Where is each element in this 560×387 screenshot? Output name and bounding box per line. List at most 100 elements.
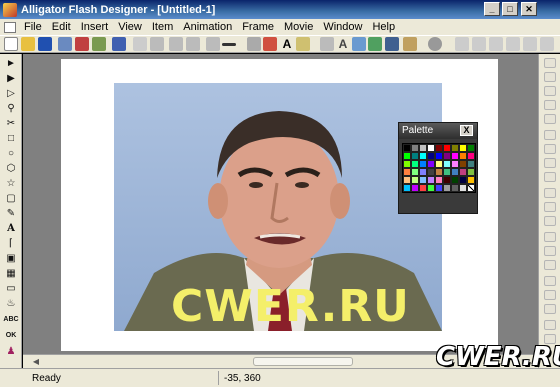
export-icon[interactable]	[112, 37, 126, 51]
effect-button[interactable]	[544, 114, 556, 124]
first-frame-icon[interactable]	[455, 37, 469, 51]
color-swatch[interactable]	[411, 160, 419, 168]
color-swatch[interactable]	[459, 152, 467, 160]
menu-view[interactable]: View	[113, 21, 147, 33]
menu-frame[interactable]: Frame	[237, 21, 279, 33]
order-icon[interactable]	[206, 37, 220, 51]
web-icon[interactable]	[368, 37, 382, 51]
pencil-icon[interactable]: ✎	[3, 207, 19, 220]
effect-button[interactable]	[544, 86, 556, 96]
image-icon[interactable]	[263, 37, 277, 51]
align-icon[interactable]	[169, 37, 183, 51]
zoom-tool-icon[interactable]: ⚲	[3, 102, 19, 115]
color-swatch[interactable]	[411, 184, 419, 192]
color-swatch[interactable]	[451, 144, 459, 152]
stop-icon[interactable]	[540, 37, 554, 51]
effect-button[interactable]	[544, 130, 556, 140]
color-swatch[interactable]	[435, 160, 443, 168]
group-icon[interactable]	[186, 37, 200, 51]
effect-button[interactable]	[544, 290, 556, 300]
color-swatch[interactable]	[403, 144, 411, 152]
color-swatch[interactable]	[403, 176, 411, 184]
effect-button[interactable]	[544, 216, 556, 226]
color-swatch[interactable]	[411, 168, 419, 176]
sprite-icon[interactable]: ♟	[3, 345, 19, 358]
color-swatch[interactable]	[403, 184, 411, 192]
new-icon[interactable]	[4, 37, 18, 51]
image-tool-icon[interactable]: ▦	[3, 267, 19, 280]
color-swatch[interactable]	[443, 184, 451, 192]
color-swatch[interactable]	[443, 152, 451, 160]
menu-insert[interactable]: Insert	[76, 21, 114, 33]
text-tool-icon[interactable]: A	[3, 222, 19, 235]
fill-bucket-icon[interactable]: ♨	[3, 297, 19, 310]
color-swatch[interactable]	[467, 144, 475, 152]
color-swatch[interactable]	[435, 168, 443, 176]
eraser-icon[interactable]: ▭	[3, 282, 19, 295]
color-swatch[interactable]	[451, 152, 459, 160]
color-swatch[interactable]	[467, 152, 475, 160]
effect-button[interactable]	[544, 232, 556, 242]
ellipse-icon[interactable]: ○	[3, 147, 19, 160]
palette-close-button[interactable]: X	[460, 125, 473, 136]
effect-button[interactable]	[544, 172, 556, 182]
color-swatch[interactable]	[419, 144, 427, 152]
abc-text-icon[interactable]: ABC	[3, 313, 19, 326]
color-swatch[interactable]	[467, 168, 475, 176]
menu-window[interactable]: Window	[318, 21, 367, 33]
point-arrow-icon[interactable]: ▷	[3, 87, 19, 100]
color-swatch[interactable]	[427, 176, 435, 184]
color-swatch[interactable]	[419, 152, 427, 160]
zoom-icon[interactable]	[428, 37, 442, 51]
last-frame-icon[interactable]	[523, 37, 537, 51]
color-swatch[interactable]	[403, 152, 411, 160]
effect-button[interactable]	[544, 246, 556, 256]
color-swatch[interactable]	[435, 176, 443, 184]
menu-animation[interactable]: Animation	[178, 21, 237, 33]
color-swatch[interactable]	[443, 144, 451, 152]
effect-button[interactable]	[544, 100, 556, 110]
color-swatch[interactable]	[435, 152, 443, 160]
duplicate-icon[interactable]	[133, 37, 147, 51]
copy-icon[interactable]	[75, 37, 89, 51]
color-swatch[interactable]	[459, 144, 467, 152]
delete-icon[interactable]	[150, 37, 164, 51]
scroll-left-icon[interactable]: ◀	[31, 357, 41, 367]
text-box-icon[interactable]: ▣	[3, 252, 19, 265]
hand-icon[interactable]	[403, 37, 417, 51]
text-effect-icon[interactable]: A	[336, 37, 350, 51]
color-swatch[interactable]	[459, 176, 467, 184]
save-icon[interactable]	[38, 37, 52, 51]
color-swatch[interactable]	[459, 168, 467, 176]
rounded-rect-icon[interactable]: ▢	[3, 192, 19, 205]
color-swatch[interactable]	[459, 160, 467, 168]
prev-frame-icon[interactable]	[472, 37, 486, 51]
effect-button[interactable]	[544, 188, 556, 198]
paste-icon[interactable]	[92, 37, 106, 51]
menu-movie[interactable]: Movie	[279, 21, 318, 33]
polygon-icon[interactable]: ⬡	[3, 162, 19, 175]
color-swatch[interactable]	[451, 168, 459, 176]
rectangle-icon[interactable]: □	[3, 132, 19, 145]
color-swatch[interactable]	[419, 160, 427, 168]
color-swatch[interactable]	[467, 160, 475, 168]
color-swatch[interactable]	[451, 176, 459, 184]
menu-file[interactable]: File	[19, 21, 47, 33]
effect-button[interactable]	[544, 202, 556, 212]
scroll-thumb[interactable]	[253, 357, 353, 366]
color-swatch[interactable]	[411, 144, 419, 152]
close-button[interactable]: ✕	[521, 2, 537, 16]
sound-icon[interactable]	[320, 37, 334, 51]
menu-item[interactable]: Item	[147, 21, 178, 33]
effect-button[interactable]	[544, 158, 556, 168]
menu-edit[interactable]: Edit	[47, 21, 76, 33]
effect-button[interactable]	[544, 276, 556, 286]
color-swatch[interactable]	[427, 144, 435, 152]
text-icon[interactable]: A	[280, 37, 294, 51]
color-swatch[interactable]	[403, 168, 411, 176]
effect-button[interactable]	[544, 304, 556, 314]
select-arrow-icon[interactable]: ►	[3, 57, 19, 70]
color-swatch[interactable]	[443, 176, 451, 184]
no-color-swatch[interactable]	[467, 184, 475, 192]
color-swatch[interactable]	[427, 152, 435, 160]
